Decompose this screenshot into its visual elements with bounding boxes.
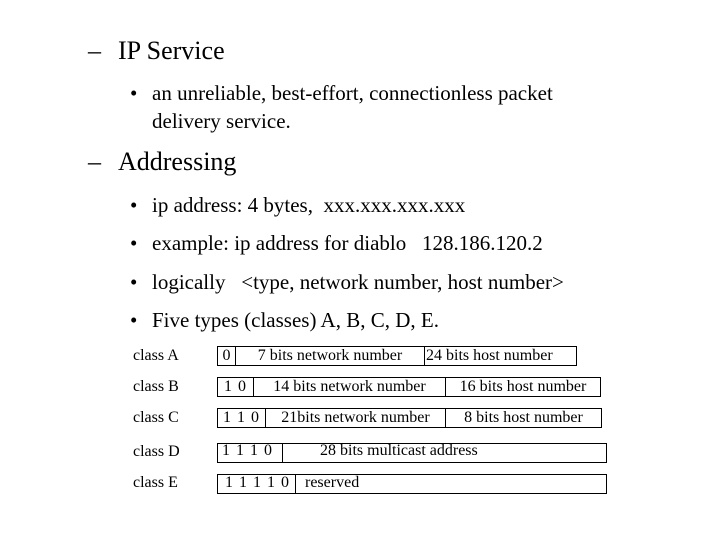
class-e-label: class E xyxy=(133,474,178,491)
bullet-marker: • xyxy=(130,231,138,255)
class-a-host-field: 24 bits host number xyxy=(426,347,553,364)
class-b-network-field: 14 bits network number xyxy=(254,378,446,396)
class-b-prefix-bits: 1 0 xyxy=(218,378,254,396)
class-c-network-field: 21bits network number xyxy=(266,409,446,427)
class-e-prefix-bits: 1 1 1 1 0 xyxy=(218,475,296,493)
bullet-text: example: ip address for diablo 128.186.1… xyxy=(152,231,543,255)
bullet-marker: • xyxy=(130,308,138,332)
dash-marker: – xyxy=(88,147,101,176)
bullet-text: logically <type, network number, host nu… xyxy=(152,270,564,294)
class-c-label: class C xyxy=(133,409,179,426)
class-a-label: class A xyxy=(133,347,179,364)
bullet-marker: • xyxy=(130,270,138,294)
bullet-text-line-2: delivery service. xyxy=(152,109,291,133)
class-d-prefix-bits: 1 1 1 0 xyxy=(218,443,283,462)
class-b-host-field: 16 bits host number xyxy=(459,378,587,395)
class-a-format: 0 7 bits network number 24 bits host num… xyxy=(217,346,577,366)
class-d-label: class D xyxy=(133,443,180,460)
class-e-reserved-field: reserved xyxy=(305,474,360,491)
bullet-text-line-1: an unreliable, best-effort, connectionle… xyxy=(152,81,553,105)
bullet-marker: • xyxy=(130,193,138,217)
class-d-format: 1 1 1 0 28 bits multicast address xyxy=(217,443,607,463)
class-e-format: 1 1 1 1 0 reserved xyxy=(217,474,607,494)
bullet-text: ip address: 4 bytes, xxx.xxx.xxx.xxx xyxy=(152,193,466,217)
class-a-network-field: 7 bits network number xyxy=(236,347,425,365)
heading-text: IP Service xyxy=(118,36,225,65)
class-a-prefix-bits: 0 xyxy=(218,347,236,365)
class-d-multicast-field: 28 bits multicast address xyxy=(320,442,478,459)
class-c-prefix-bits: 1 1 0 xyxy=(218,409,266,427)
heading-text: Addressing xyxy=(118,147,237,176)
dash-marker: – xyxy=(88,36,101,65)
bullet-text: Five types (classes) A, B, C, D, E. xyxy=(152,308,439,332)
class-c-format: 1 1 0 21bits network number 8 bits host … xyxy=(217,408,602,428)
class-b-label: class B xyxy=(133,378,179,395)
class-b-format: 1 0 14 bits network number 16 bits host … xyxy=(217,377,601,397)
class-c-host-field: 8 bits host number xyxy=(464,409,583,426)
bullet-marker: • xyxy=(130,81,138,105)
